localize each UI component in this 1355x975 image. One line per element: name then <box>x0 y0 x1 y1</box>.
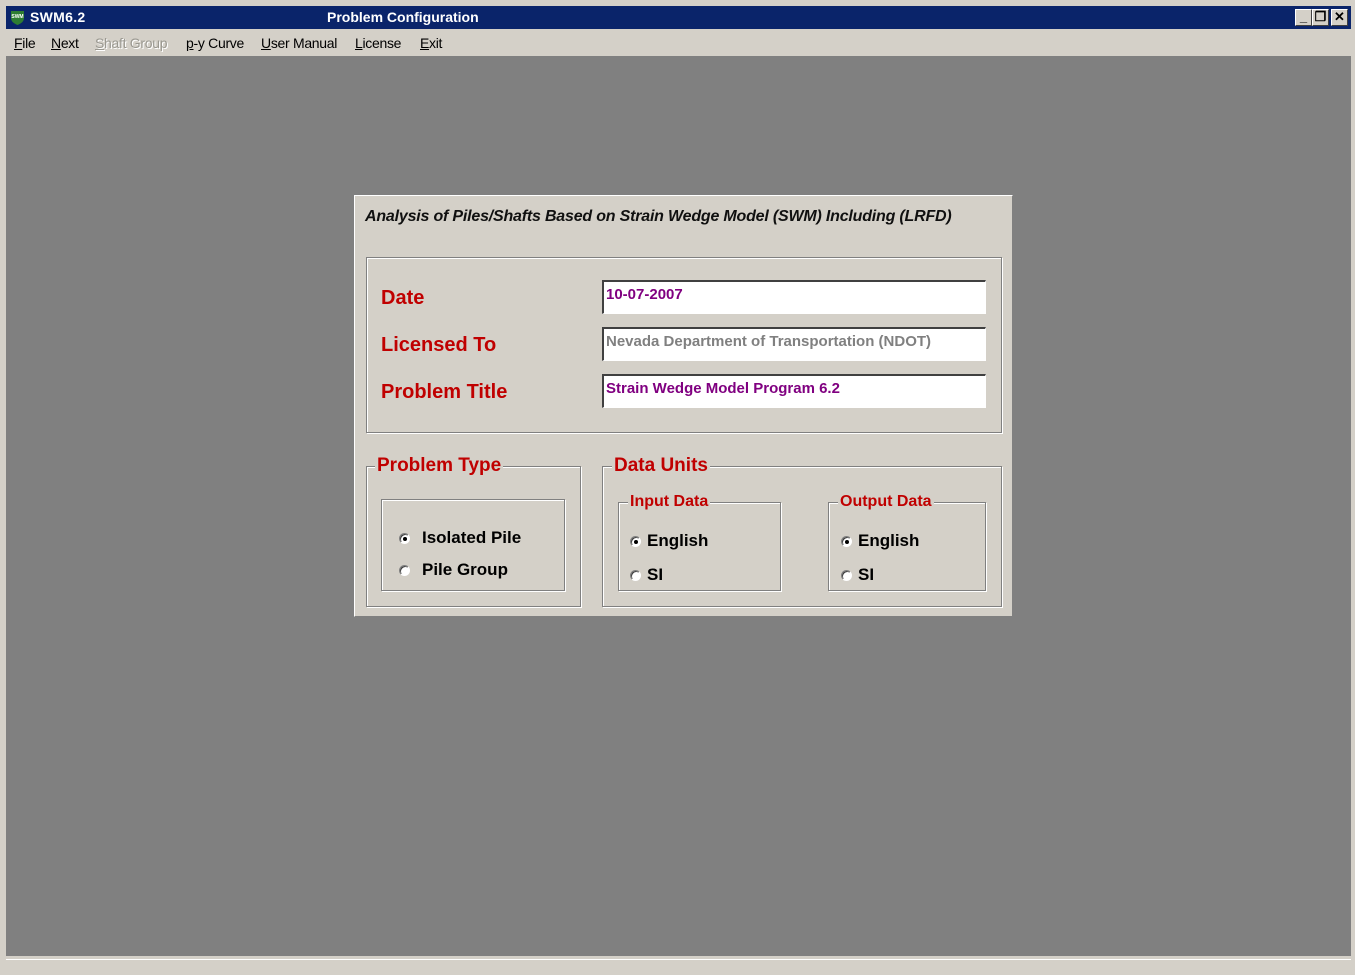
menu-next[interactable]: Next <box>51 35 79 51</box>
date-label: Date <box>381 287 425 309</box>
problem-configuration-panel: Analysis of Piles/Shafts Based on Strain… <box>354 195 1013 617</box>
menu-shaft-group: Shaft Group <box>95 35 168 51</box>
problem-title-input[interactable]: Strain Wedge Model Program 6.2 <box>602 374 986 408</box>
menu-exit[interactable]: Exit <box>420 35 442 51</box>
radio-button-icon[interactable] <box>630 536 641 548</box>
radio-isolated-pile[interactable]: Isolated Pile <box>399 528 521 548</box>
app-name: SWM6.2 <box>30 9 86 25</box>
radio-button-icon[interactable] <box>630 570 641 582</box>
window-title: Problem Configuration <box>327 9 479 25</box>
svg-text:SWM: SWM <box>11 14 23 20</box>
output-data-label: Output Data <box>838 493 934 511</box>
licensed-to-input: Nevada Department of Transportation (NDO… <box>602 327 986 361</box>
problem-title-label: Problem Title <box>381 381 508 403</box>
radio-button-icon[interactable] <box>399 565 410 577</box>
problem-type-label: Problem Type <box>375 455 504 477</box>
minimize-button[interactable]: _ <box>1295 9 1312 26</box>
data-units-label: Data Units <box>612 455 710 477</box>
radio-output-english[interactable]: English <box>841 531 919 551</box>
menu-license[interactable]: License <box>355 35 401 51</box>
swm-app-icon: SWM <box>11 11 24 25</box>
menu-bar: File Next Shaft Group p-y Curve User Man… <box>6 29 1351 56</box>
radio-input-english[interactable]: English <box>630 531 708 551</box>
radio-input-si[interactable]: SI <box>630 565 663 585</box>
input-data-label: Input Data <box>628 493 711 511</box>
menu-user-manual[interactable]: User Manual <box>261 35 337 51</box>
close-button[interactable]: ✕ <box>1331 9 1348 26</box>
form-heading: Analysis of Piles/Shafts Based on Strain… <box>365 208 952 225</box>
radio-button-icon[interactable] <box>841 570 852 582</box>
restore-button[interactable]: ❐ <box>1312 9 1329 26</box>
radio-button-icon[interactable] <box>841 536 852 548</box>
window-frame-right <box>1351 0 1355 974</box>
radio-output-si[interactable]: SI <box>841 565 874 585</box>
radio-pile-group[interactable]: Pile Group <box>399 560 508 580</box>
date-input[interactable]: 10-07-2007 <box>602 280 986 314</box>
licensed-to-label: Licensed To <box>381 334 497 356</box>
title-bar[interactable]: SWM SWM6.2 Problem Configuration _ ❐ ✕ <box>6 6 1351 29</box>
menu-py-curve[interactable]: p-y Curve <box>186 35 244 51</box>
status-bar <box>6 959 1351 975</box>
menu-file[interactable]: File <box>14 35 36 51</box>
radio-button-icon[interactable] <box>399 533 410 545</box>
